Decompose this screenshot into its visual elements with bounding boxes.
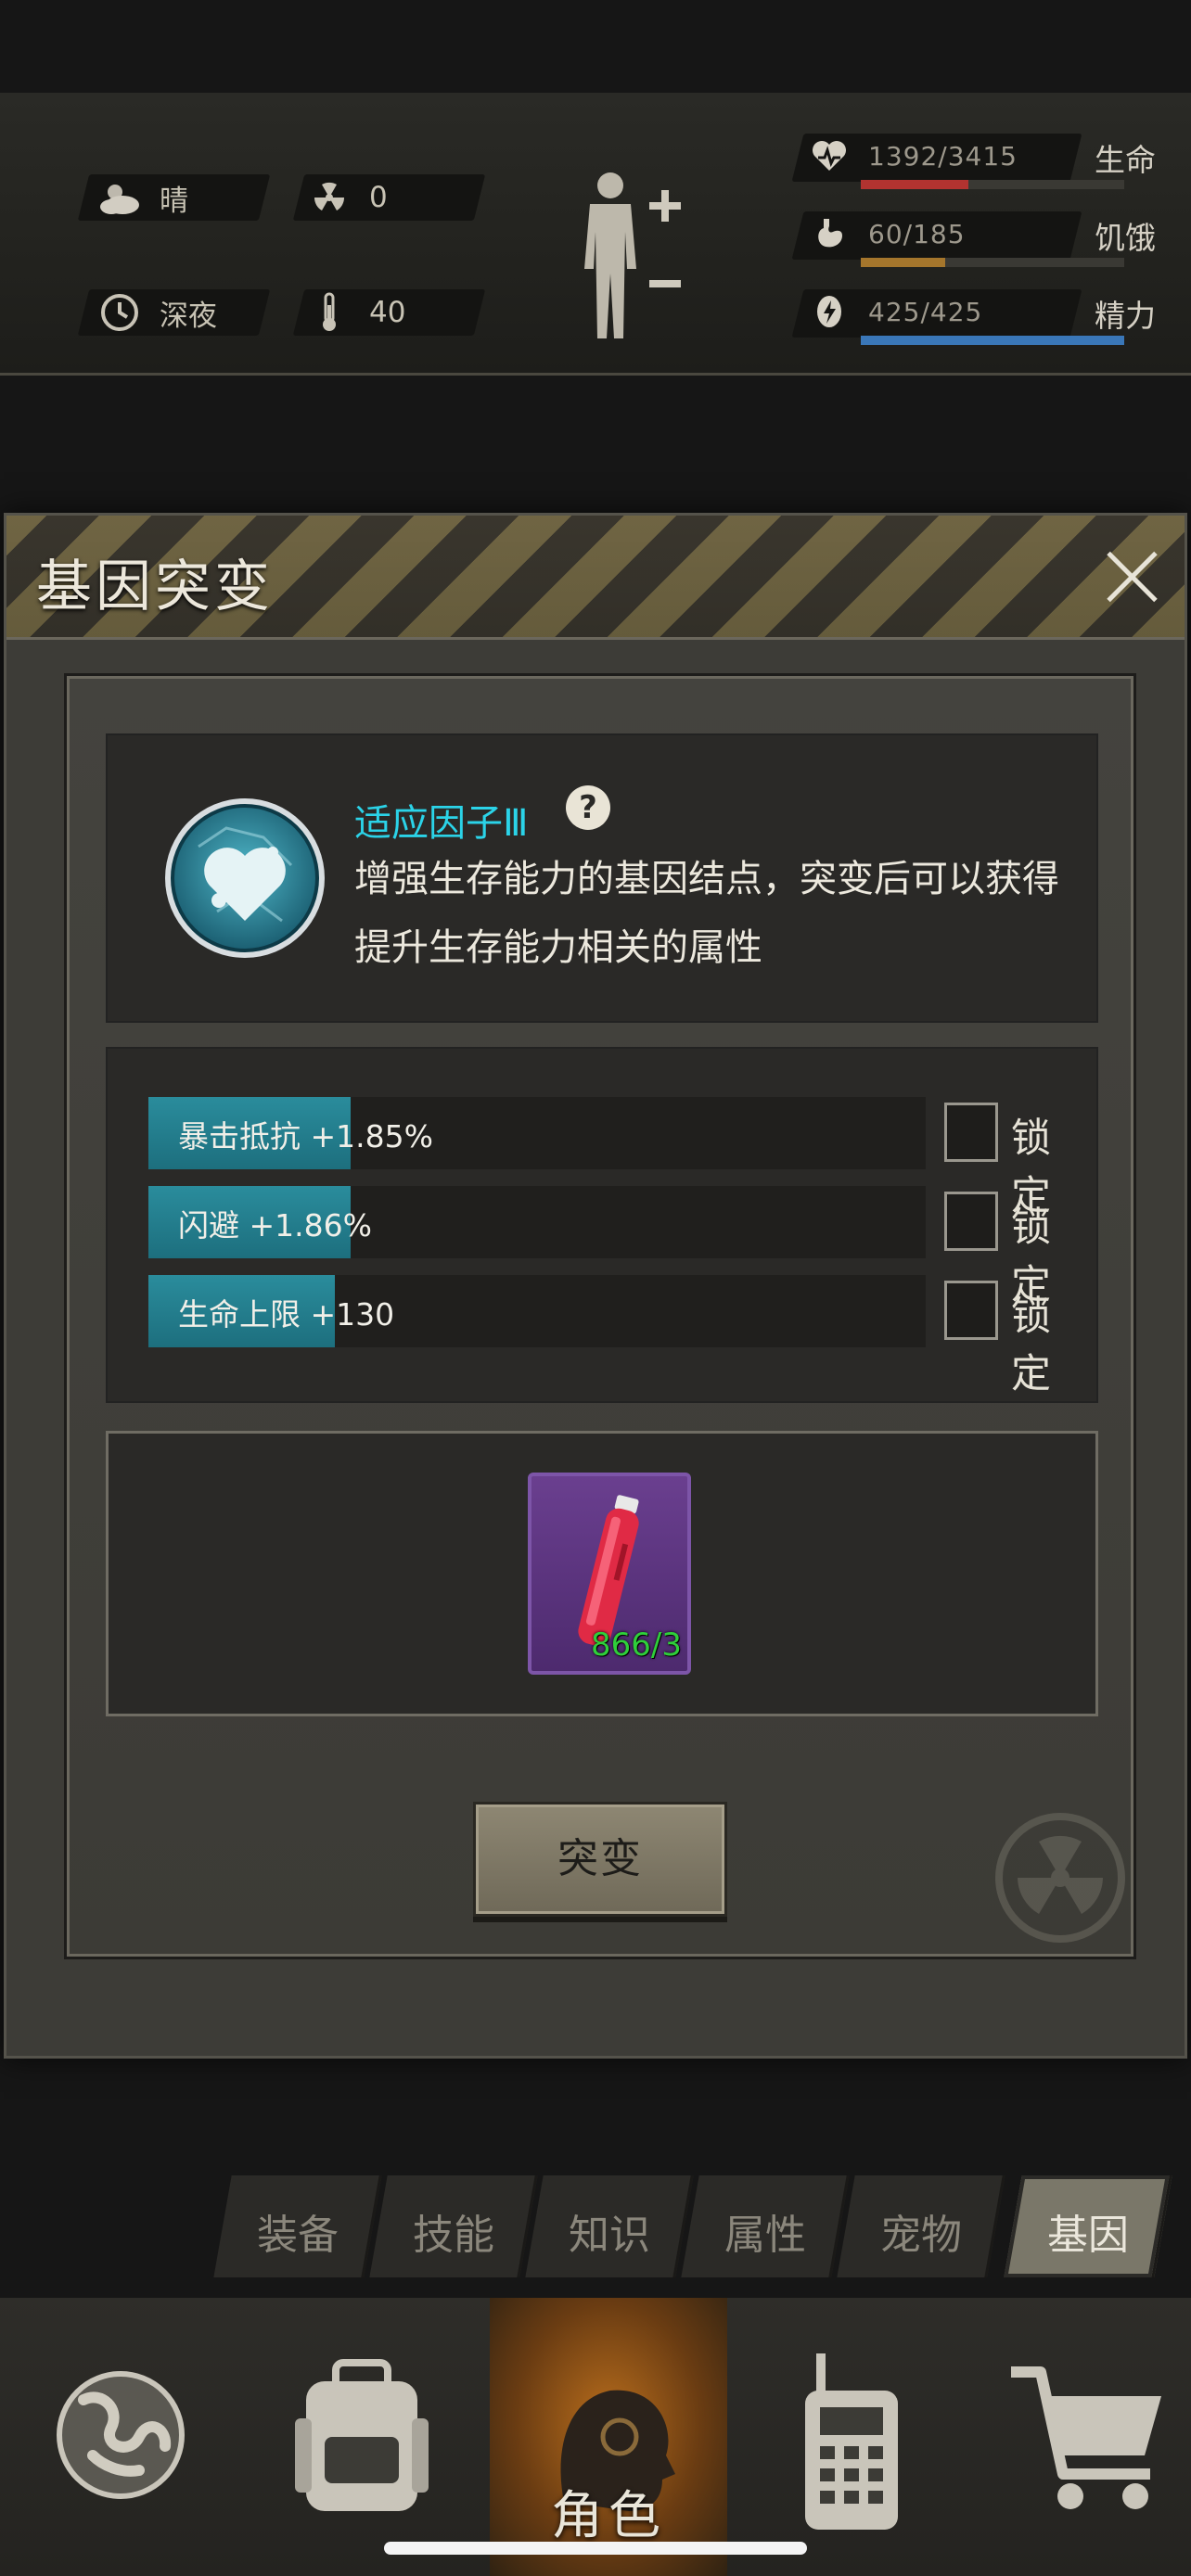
tab-label[interactable]: 属性 <box>690 2201 840 2261</box>
item-count: 866/3 <box>591 1626 682 1664</box>
attribute-row: 闪避 +1.86% 锁定 <box>148 1186 1085 1308</box>
close-icon[interactable] <box>1099 543 1164 608</box>
cloud-sun-icon <box>96 174 143 221</box>
hunger-stat: 60/185 饥饿 <box>791 211 1169 273</box>
walkie-talkie-icon <box>805 2353 898 2530</box>
hunger-bar-fill <box>861 258 945 267</box>
clock-icon <box>96 289 143 336</box>
nav-shop-button[interactable] <box>955 2298 1191 2576</box>
body-figure-icon <box>584 172 681 338</box>
tab-label[interactable]: 基因 <box>1013 2201 1163 2261</box>
stomach-icon <box>809 215 850 256</box>
health-bar <box>861 180 1124 189</box>
temperature-value: 40 <box>369 296 406 329</box>
status-hud: 晴 0 深夜 40 1392/3415 生命 60/185 饥饿 425/425… <box>0 93 1191 376</box>
energy-stat: 425/425 精力 <box>791 289 1169 351</box>
radiation-chip: 0 <box>306 174 388 221</box>
nav-radio-button[interactable] <box>722 2298 959 2576</box>
thermometer-icon <box>306 289 352 336</box>
time-label: 深夜 <box>160 299 217 333</box>
hunger-bar <box>861 258 1124 267</box>
shopping-cart-icon <box>1011 2366 1161 2509</box>
bottom-nav: 角色 <box>0 2298 1191 2576</box>
nav-world-button[interactable] <box>0 2298 237 2576</box>
dialog-title: 基因突变 <box>36 555 274 619</box>
home-indicator[interactable] <box>384 2542 807 2555</box>
attribute-row: 生命上限 +130 锁定 <box>148 1275 1085 1397</box>
radiation-icon <box>306 174 352 221</box>
energy-bar <box>861 336 1124 345</box>
attribute-text: 生命上限 +130 <box>178 1296 395 1333</box>
heart-icon <box>809 137 850 178</box>
tab-label[interactable]: 装备 <box>223 2201 373 2261</box>
character-tabs: 装备 技能 知识 属性 宠物 基因 <box>213 2175 1178 2277</box>
health-label: 生命 <box>1095 142 1156 178</box>
weather-chip: 晴 <box>96 174 188 221</box>
radiation-value: 0 <box>369 181 388 214</box>
cost-item-box: 866/3 <box>106 1431 1098 1716</box>
energy-bar-fill <box>861 336 1124 345</box>
energy-icon <box>809 293 850 334</box>
time-chip: 深夜 <box>96 289 217 336</box>
nav-inventory-button[interactable] <box>239 2298 477 2576</box>
gene-info-box: 适应因子Ⅲ ? 增强生存能力的基因结点，突变后可以获得提升生存能力相关的属性 <box>106 733 1098 1023</box>
dialog-header: 基因突变 <box>6 516 1185 640</box>
backpack-icon <box>295 2359 429 2511</box>
mutate-button[interactable]: 突变 <box>473 1802 727 1917</box>
hunger-value: 60/185 <box>868 219 966 249</box>
lock-checkbox[interactable] <box>944 1192 998 1251</box>
weather-label: 晴 <box>160 184 188 218</box>
attribute-text: 闪避 +1.86% <box>178 1207 372 1243</box>
body-status-button[interactable] <box>575 167 686 343</box>
gene-heart-icon <box>161 782 328 986</box>
lock-checkbox[interactable] <box>944 1103 998 1162</box>
nav-character-button[interactable]: 角色 <box>490 2298 727 2576</box>
energy-value: 425/425 <box>868 297 983 327</box>
serum-item-slot[interactable]: 866/3 <box>528 1473 691 1675</box>
lock-checkbox[interactable] <box>944 1281 998 1340</box>
energy-label: 精力 <box>1095 298 1156 334</box>
attribute-text: 暴击抵抗 +1.85% <box>178 1118 433 1154</box>
gene-description: 增强生存能力的基因结点，突变后可以获得提升生存能力相关的属性 <box>354 858 1059 969</box>
gene-name: 适应因子Ⅲ <box>354 802 529 845</box>
tab-label[interactable]: 知识 <box>534 2201 685 2261</box>
health-bar-fill <box>861 180 969 189</box>
tab-label[interactable]: 宠物 <box>846 2201 996 2261</box>
attribute-list: 暴击抵抗 +1.85% 锁定 闪避 +1.86% 锁定 生命上限 +130 锁定 <box>106 1047 1098 1403</box>
radiation-watermark-icon <box>995 1813 1125 1943</box>
temperature-chip: 40 <box>306 289 405 336</box>
tab-label[interactable]: 技能 <box>378 2201 529 2261</box>
help-icon[interactable]: ? <box>566 785 610 830</box>
lock-label[interactable]: 锁定 <box>1011 1284 1085 1399</box>
health-value: 1392/3415 <box>868 141 1018 172</box>
attribute-row: 暴击抵抗 +1.85% 锁定 <box>148 1097 1085 1219</box>
hunger-label: 饥饿 <box>1095 220 1156 256</box>
dialog-content-panel: 适应因子Ⅲ ? 增强生存能力的基因结点，突变后可以获得提升生存能力相关的属性 暴… <box>64 673 1136 1959</box>
gene-mutation-dialog: 基因突变 适应因子Ⅲ ? 增强生存能力的基因结点，突变后可以获得提升生存能力相关… <box>4 513 1187 2059</box>
globe-icon <box>57 2371 185 2499</box>
nav-character-label: 角色 <box>551 2486 666 2546</box>
health-stat: 1392/3415 生命 <box>791 134 1169 195</box>
